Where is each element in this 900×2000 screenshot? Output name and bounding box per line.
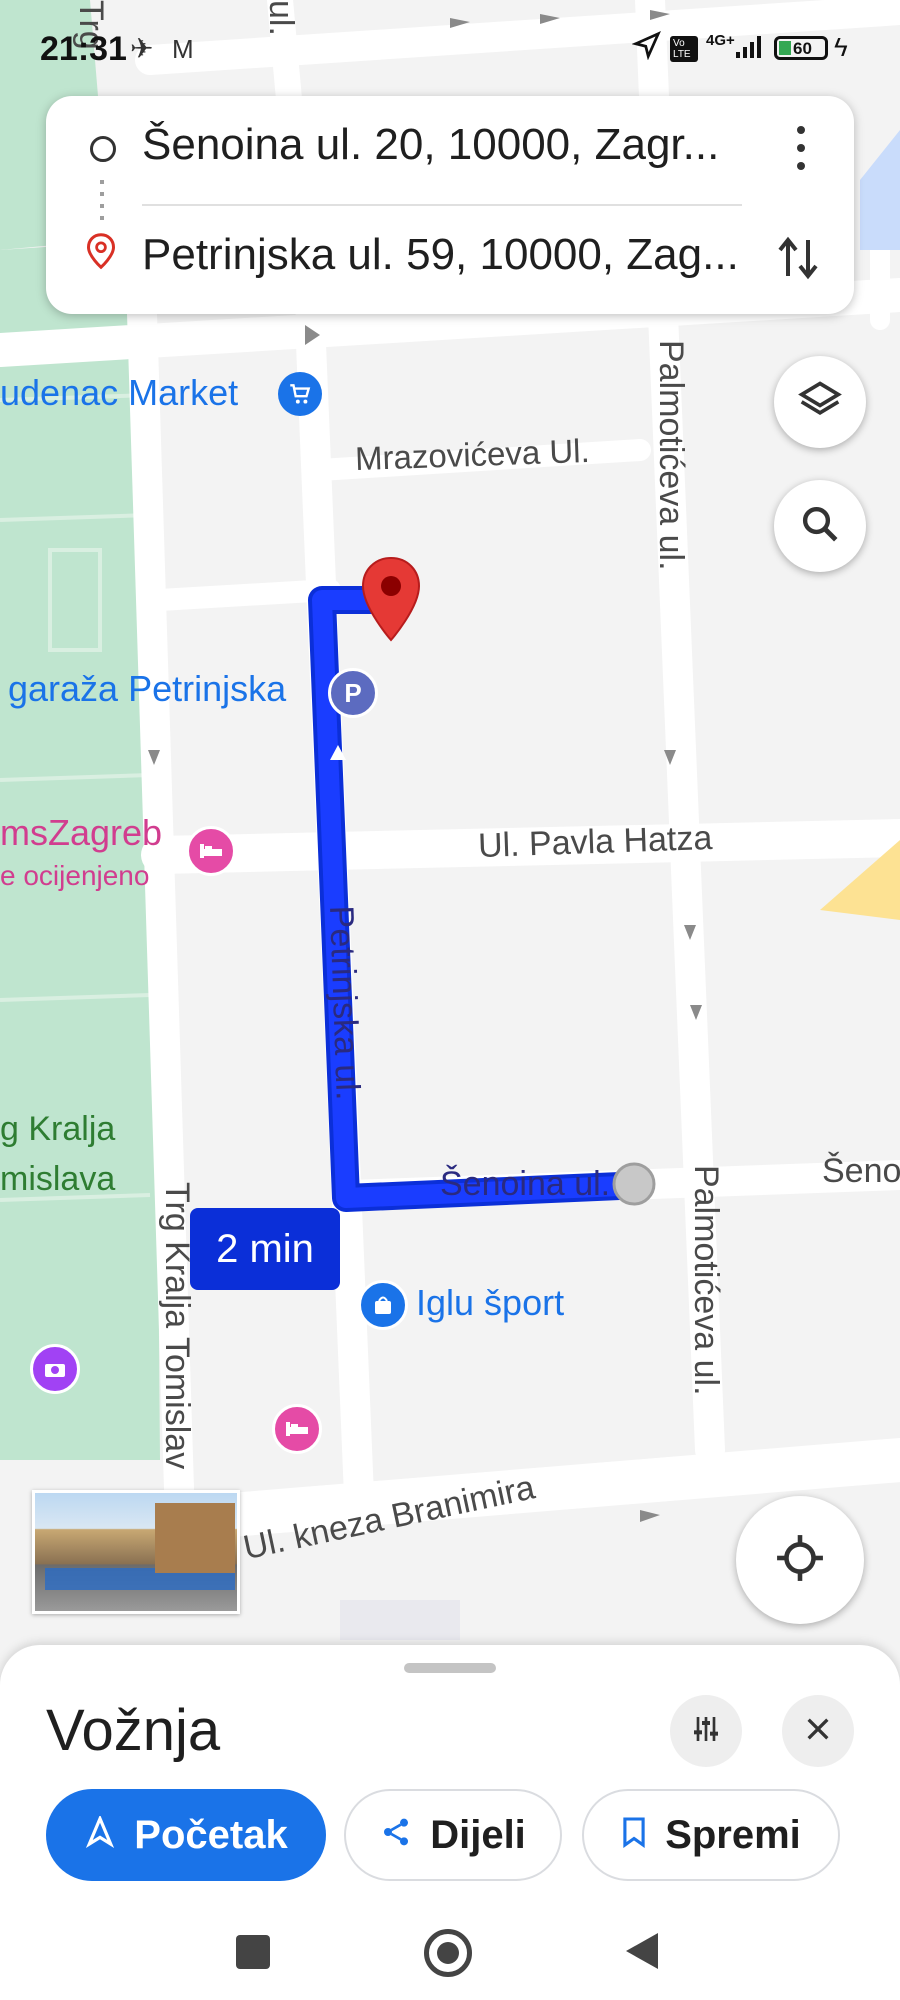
street-label-petrinjska: Petrinjska ul.: [322, 905, 367, 1101]
route-options-button[interactable]: [670, 1695, 742, 1767]
route-origin-marker: [614, 1164, 654, 1204]
gmail-icon: M: [172, 34, 194, 64]
navigation-arrow-icon: [631, 30, 662, 65]
start-button[interactable]: Početak: [46, 1789, 326, 1881]
my-location-icon: [775, 1533, 825, 1588]
bookmark-icon: [621, 1813, 665, 1858]
charging-icon: ϟ: [834, 32, 848, 62]
photo-spot-icon[interactable]: [30, 1344, 80, 1394]
signal-icon: [734, 34, 764, 65]
layers-icon: [798, 378, 842, 427]
bottom-sheet: Vožnja Početak Dijeli Spremi: [0, 1645, 900, 2000]
save-button[interactable]: Spremi: [582, 1789, 840, 1881]
close-icon: [804, 1715, 832, 1748]
sheet-drag-handle[interactable]: [404, 1663, 496, 1673]
street-label-palmoticeva: Palmotićeva ul.: [652, 340, 690, 571]
status-bar: 21:31 ✈︎ M Vo LTE 4G+ 60 ϟ: [0, 0, 900, 100]
search-icon: [799, 503, 841, 550]
layers-button[interactable]: [774, 356, 866, 448]
more-vert-icon[interactable]: [786, 126, 816, 170]
battery-level: 60: [793, 39, 812, 58]
status-time: 21:31: [40, 30, 127, 68]
street-label-senoina: Šenoina ul.: [440, 1165, 611, 1203]
poi-label-iglu-sport[interactable]: Iglu šport: [416, 1282, 564, 1324]
street-view-thumbnail[interactable]: [32, 1490, 240, 1614]
park-label-line1: g Kralja: [0, 1110, 116, 1148]
route-dots-icon: [100, 180, 104, 220]
parking-icon[interactable]: P: [328, 668, 378, 718]
notification-icon: ✈︎: [130, 33, 154, 64]
hotel-icon-2[interactable]: [272, 1404, 322, 1454]
sheet-title: Vožnja: [46, 1698, 221, 1763]
shopping-bag-icon[interactable]: [358, 1280, 408, 1330]
park-label-line2: mislava: [0, 1160, 116, 1198]
save-button-label: Spremi: [665, 1812, 801, 1857]
directions-card: Šenoina ul. 20, 10000, Zagr... Petrinjsk…: [46, 96, 854, 314]
poi-label-market[interactable]: udenac Market: [0, 372, 238, 414]
card-divider: [142, 204, 742, 206]
hotel-icon[interactable]: [186, 826, 236, 876]
street-label-palmoticeva-lower: Palmotićeva ul.: [687, 1165, 725, 1396]
recent-apps-button[interactable]: [236, 1935, 270, 1969]
poi-label-hotel[interactable]: msZagreb: [0, 812, 162, 854]
route-duration-badge[interactable]: 2 min: [190, 1208, 340, 1290]
shopping-cart-icon[interactable]: [278, 372, 322, 416]
destination-pin-outline-icon: [86, 232, 116, 275]
route-duration-text: 2 min: [216, 1226, 314, 1271]
origin-field[interactable]: Šenoina ul. 20, 10000, Zagr...: [142, 120, 719, 170]
street-label-pavla-hatza: Ul. Pavla Hatza: [477, 818, 713, 866]
my-location-button[interactable]: [736, 1496, 864, 1624]
share-button-label: Dijeli: [430, 1812, 526, 1857]
poi-label-garage[interactable]: garaža Petrinjska: [8, 668, 286, 710]
search-button[interactable]: [774, 480, 866, 572]
start-button-label: Početak: [134, 1812, 288, 1857]
street-label-senoina-right: Šeno: [822, 1152, 900, 1190]
back-button[interactable]: [624, 1931, 660, 1976]
navigation-arrow-icon: [84, 1813, 134, 1858]
swap-icon[interactable]: [776, 234, 820, 287]
volte-badge: Vo LTE: [670, 36, 698, 62]
network-type: 4G+: [706, 32, 735, 49]
share-button[interactable]: Dijeli: [344, 1789, 562, 1881]
tune-icon: [690, 1713, 722, 1750]
poi-label-hotel-rating: e ocijenjeno: [0, 860, 150, 891]
battery-icon: 60: [774, 36, 828, 60]
home-button[interactable]: [424, 1929, 472, 1977]
close-button[interactable]: [782, 1695, 854, 1767]
origin-circle-icon: [90, 136, 116, 162]
destination-field[interactable]: Petrinjska ul. 59, 10000, Zag...: [142, 230, 739, 280]
destination-pin-icon[interactable]: [360, 556, 422, 642]
share-icon: [380, 1813, 430, 1858]
